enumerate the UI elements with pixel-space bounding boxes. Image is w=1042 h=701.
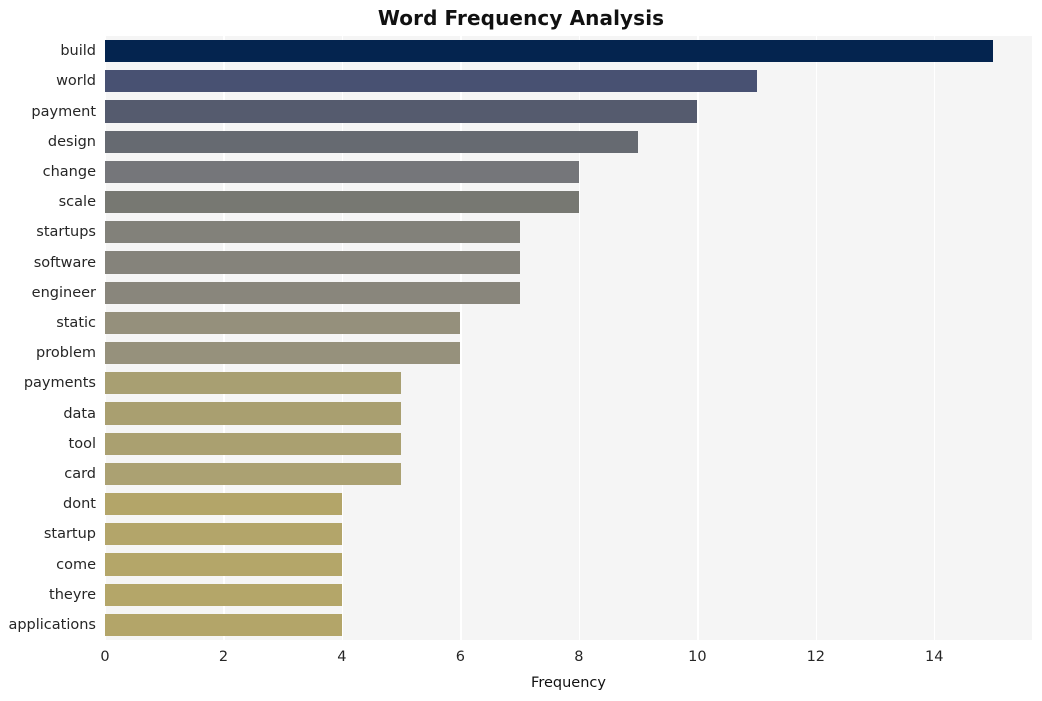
bar[interactable] — [105, 39, 994, 63]
gridline-x — [105, 36, 107, 640]
y-axis-tick-label: problem — [36, 345, 96, 362]
gridline-x — [341, 36, 344, 640]
y-axis-tick-label: payment — [31, 103, 96, 120]
x-axis-title: Frequency — [531, 675, 606, 691]
bar[interactable] — [105, 251, 520, 274]
bar-row — [105, 39, 1032, 63]
bar[interactable] — [105, 160, 579, 184]
y-axis-tick-label: design — [47, 133, 96, 150]
bar[interactable] — [105, 553, 342, 576]
bar[interactable] — [105, 523, 342, 546]
gridline-x — [460, 36, 462, 640]
y-axis-tick-label: applications — [8, 616, 96, 633]
bar-row — [105, 583, 1032, 606]
bar-row — [105, 311, 1032, 335]
y-axis-tick-label: startup — [43, 526, 96, 543]
bar[interactable] — [105, 281, 520, 304]
bar[interactable] — [105, 100, 698, 123]
bar[interactable] — [105, 221, 520, 244]
y-axis-tick-label: startups — [36, 224, 96, 241]
y-axis-tick-label: world — [56, 73, 96, 90]
y-axis-tick-label: engineer — [31, 284, 96, 301]
plot-area — [105, 36, 1032, 640]
bar-row — [105, 251, 1032, 274]
bar[interactable] — [105, 432, 402, 455]
x-axis-tick-label: 6 — [455, 649, 465, 665]
y-axis-tick-label: software — [33, 254, 96, 271]
bar-row — [105, 523, 1032, 546]
gridline-x — [697, 36, 699, 640]
bar[interactable] — [105, 341, 461, 365]
bar[interactable] — [105, 130, 639, 153]
x-axis-tick-label: 12 — [806, 649, 826, 665]
bar-row — [105, 462, 1032, 486]
y-axis-tick-label: build — [60, 43, 96, 60]
bar[interactable] — [105, 190, 579, 214]
y-axis-tick-label: static — [56, 314, 96, 331]
gridline-x — [934, 36, 936, 640]
gridline-x — [815, 36, 817, 640]
x-axis-tick-label: 0 — [100, 649, 110, 665]
bar-row — [105, 432, 1032, 455]
bar-row — [105, 190, 1032, 214]
x-axis-tick-label: 8 — [574, 649, 584, 665]
gridline-x — [578, 36, 581, 640]
chart-figure: Word Frequency Analysis build world paymen… — [0, 0, 1042, 701]
bar[interactable] — [105, 613, 342, 637]
gridline-x — [223, 36, 225, 640]
y-axis-tick-label: change — [42, 163, 96, 180]
bar[interactable] — [105, 462, 402, 486]
bar-row — [105, 372, 1032, 395]
y-axis-tick-label: come — [56, 556, 96, 573]
bar-row — [105, 341, 1032, 365]
x-axis-tick-label: 14 — [925, 649, 944, 665]
bar-row — [105, 100, 1032, 123]
bar[interactable] — [105, 372, 402, 395]
bar[interactable] — [105, 311, 461, 335]
y-axis-tick-label: tool — [68, 435, 96, 452]
bar[interactable] — [105, 583, 342, 606]
bar-row — [105, 70, 1032, 93]
bar[interactable] — [105, 492, 342, 516]
bar-row — [105, 613, 1032, 637]
x-axis-tick-label: 4 — [337, 649, 347, 665]
chart-title: Word Frequency Analysis — [377, 6, 665, 30]
bar[interactable] — [105, 402, 402, 425]
bar-row — [105, 402, 1032, 425]
y-axis-tick-label: scale — [58, 194, 96, 211]
bar-row — [105, 130, 1032, 153]
bar-row — [105, 553, 1032, 576]
y-axis-tick-label: card — [64, 465, 96, 482]
bar-row — [105, 281, 1032, 304]
bar[interactable] — [105, 70, 757, 93]
bar-row — [105, 221, 1032, 244]
y-axis-tick-label: dont — [63, 496, 96, 513]
bar-row — [105, 492, 1032, 516]
x-axis-tick-label: 10 — [688, 649, 707, 665]
x-axis-tick-label: 2 — [218, 649, 229, 665]
y-axis-tick-label: theyre — [49, 586, 96, 603]
bar-row — [105, 160, 1032, 184]
y-axis-tick-label: data — [63, 405, 96, 422]
y-axis-tick-label: payments — [23, 375, 96, 392]
